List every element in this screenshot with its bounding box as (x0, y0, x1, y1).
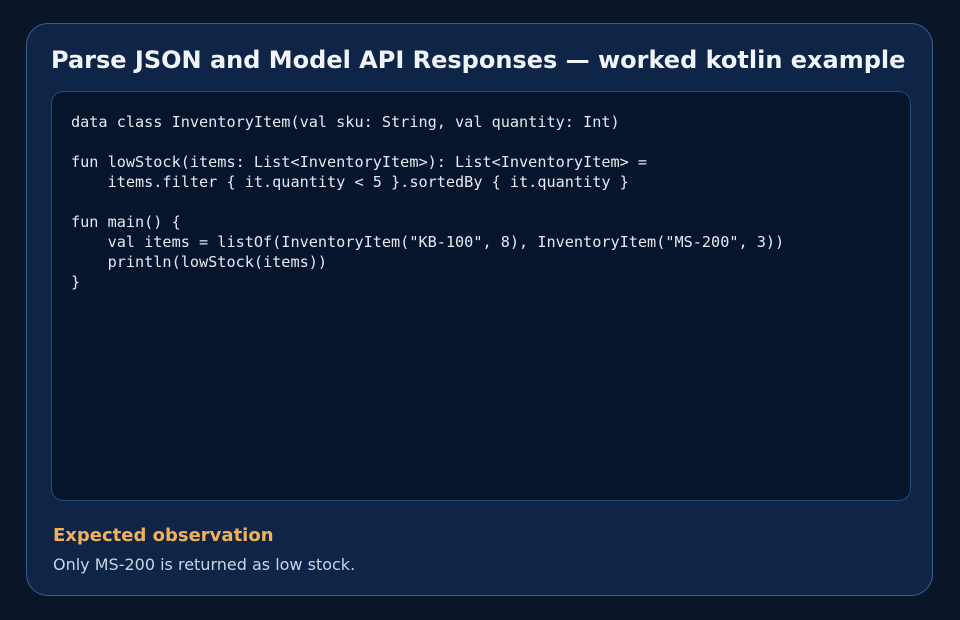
page-title: Parse JSON and Model API Responses — wor… (51, 46, 906, 74)
observation-heading: Expected observation (53, 525, 274, 546)
example-card: Parse JSON and Model API Responses — wor… (26, 23, 933, 596)
observation-text: Only MS-200 is returned as low stock. (53, 555, 356, 574)
code-panel: data class InventoryItem(val sku: String… (51, 91, 911, 501)
code-block: data class InventoryItem(val sku: String… (71, 113, 785, 291)
